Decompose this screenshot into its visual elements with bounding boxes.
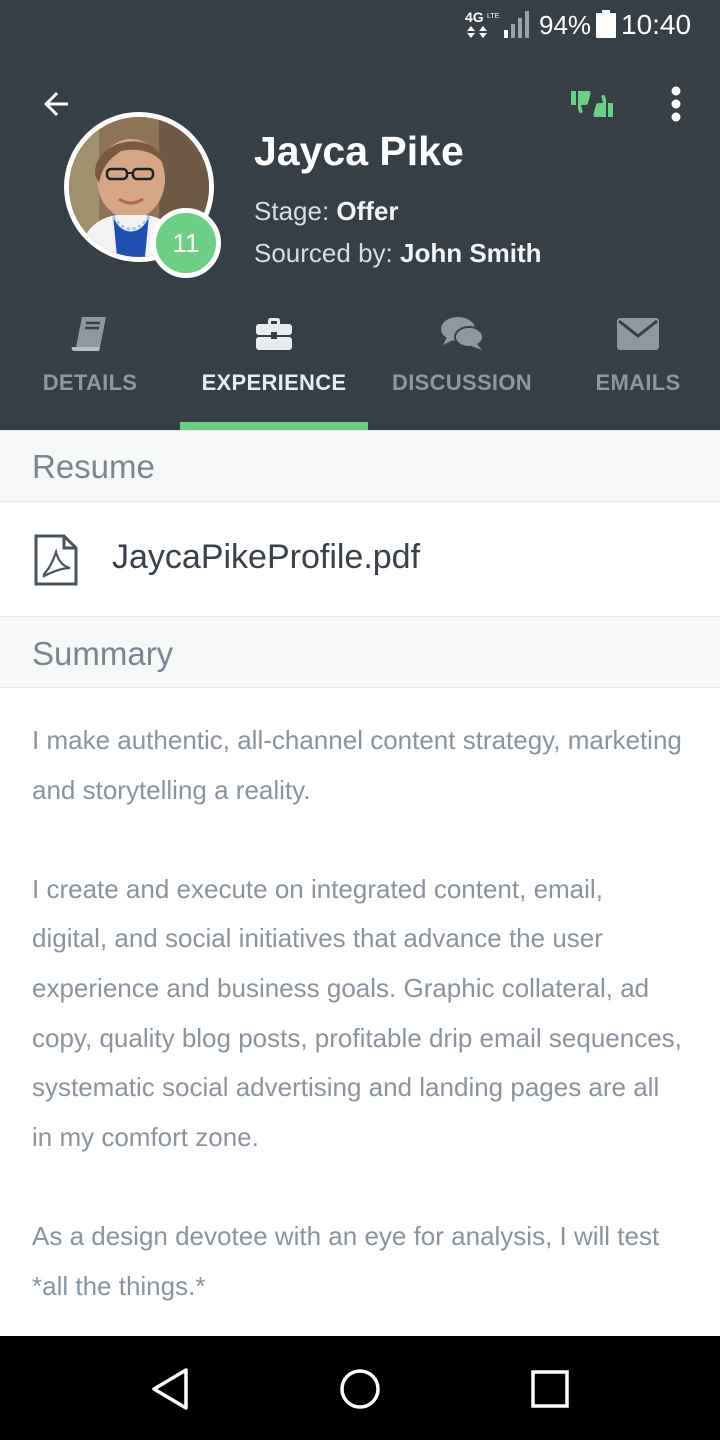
square-recents-icon [531,1370,569,1408]
candidate-score-badge: 11 [151,208,221,278]
resume-file-name: JaycaPikeProfile.pdf [112,538,421,576]
candidate-name: Jayca Pike [254,128,464,174]
candidate-stage: Stage: Offer [254,194,399,228]
stage-label: Stage: [254,196,330,226]
summary-paragraph: As a design devotee with an eye for anal… [32,1220,660,1301]
candidate-sourced-by: Sourced by: John Smith [254,236,542,270]
nav-home-button[interactable] [335,1364,385,1414]
tab-discussion-label: DISCUSSION [392,370,532,395]
arrow-left-icon [44,92,68,116]
rating-button[interactable] [566,84,618,124]
svg-text:4G: 4G [465,9,484,25]
sourced-value: John Smith [399,238,542,268]
candidate-header: 11 Jayca Pike Stage: Offer Sourced by: J… [0,50,720,430]
sourced-label: Sourced by: [254,238,393,268]
resume-file-row[interactable]: JaycaPikeProfile.pdf [0,502,720,616]
network-4g-icon: 4G LTE [465,9,499,38]
envelope-icon [617,318,659,350]
pdf-file-icon [34,534,78,586]
triangle-back-icon [152,1368,188,1410]
tab-experience-label: EXPERIENCE [201,370,347,395]
svg-text:LTE: LTE [487,13,499,20]
tab-bar: DETAILS EXPERIENCE DISCUSSION EMAILS [0,300,720,430]
summary-paragraph: I make authentic, all-channel content st… [32,725,682,805]
summary-heading: Summary [32,635,174,672]
tab-details[interactable]: DETAILS [0,300,180,430]
battery-icon [596,10,616,38]
more-vertical-icon [671,86,681,122]
tab-emails-label: EMAILS [595,370,681,395]
battery-percent: 94% [539,10,592,40]
status-bar: 4G LTE 94% 10:40 [0,0,720,50]
nav-back-button[interactable] [145,1364,195,1414]
system-navigation-bar [0,1336,720,1440]
stage-value: Offer [336,196,399,226]
summary-section-header: Summary [0,616,720,688]
resume-heading: Resume [32,448,155,485]
summary-text: I make authentic, all-channel content st… [32,716,682,1361]
signal-icon [504,11,529,38]
summary-paragraph: I create and execute on integrated conte… [32,873,682,1152]
briefcase-icon [256,318,292,350]
tab-emails[interactable]: EMAILS [556,300,720,430]
chat-bubbles-icon [441,317,483,350]
status-time: 10:40 [621,9,692,40]
nav-recents-button[interactable] [525,1364,575,1414]
active-tab-indicator [180,422,368,430]
book-icon [71,317,106,351]
tab-experience[interactable]: EXPERIENCE [180,300,368,430]
tab-details-label: DETAILS [42,370,138,395]
back-button[interactable] [34,82,78,126]
tab-discussion[interactable]: DISCUSSION [368,300,556,430]
more-options-button[interactable] [656,82,696,126]
thumbs-up-down-icon [571,91,613,117]
resume-section-header: Resume [0,430,720,502]
circle-home-icon [340,1369,380,1409]
